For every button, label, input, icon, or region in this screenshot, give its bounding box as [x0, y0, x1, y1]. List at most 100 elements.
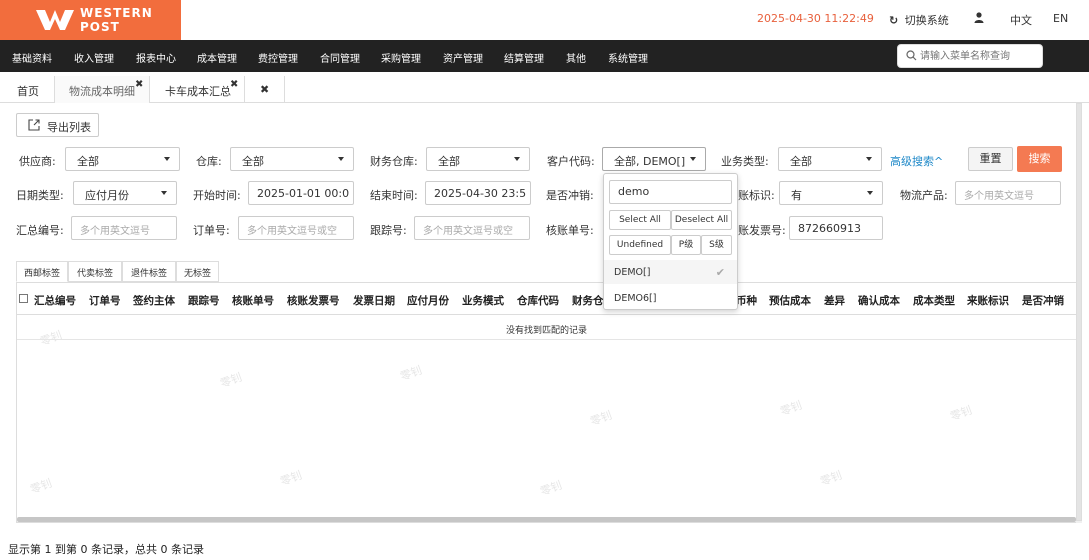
nav-item-basic-data[interactable]: 基础资料: [12, 50, 52, 65]
close-icon[interactable]: ✖: [230, 79, 238, 90]
subtab-proxy-label[interactable]: 代卖标签: [68, 261, 122, 282]
warehouse-value: 全部: [242, 155, 264, 168]
col-order-no[interactable]: 订单号: [89, 293, 121, 308]
nav-item-purchase[interactable]: 采购管理: [381, 50, 421, 65]
language-zh-button[interactable]: 中文: [1010, 12, 1032, 28]
search-button[interactable]: 搜索: [1017, 146, 1062, 172]
subtab-return-label[interactable]: 退件标签: [122, 261, 176, 282]
verify-no-label: 核账单号:: [546, 224, 594, 237]
chevron-down-icon: [161, 191, 167, 195]
pagination-info: 显示第 1 到第 0 条记录，总共 0 条记录: [8, 543, 204, 556]
menu-search-input[interactable]: [920, 48, 1038, 64]
table-row-divider: [17, 339, 1076, 340]
nav-item-income[interactable]: 收入管理: [74, 50, 114, 65]
col-cost-type[interactable]: 成本类型: [913, 293, 955, 308]
order-no-label: 订单号:: [193, 224, 230, 237]
col-business-mode[interactable]: 业务模式: [462, 293, 504, 308]
tab-truck-cost-summary-label: 卡车成本汇总: [165, 85, 231, 98]
col-invoice-date[interactable]: 发票日期: [353, 293, 395, 308]
logistics-product-input[interactable]: 多个用英文逗号: [955, 181, 1061, 205]
customer-code-value: 全部, DEMO[]: [614, 155, 686, 168]
date-type-value: 应付月份: [85, 189, 129, 202]
language-en-button[interactable]: EN: [1053, 12, 1068, 25]
close-all-tabs-button[interactable]: ✖: [245, 76, 285, 103]
summary-no-input[interactable]: 多个用英文逗号: [71, 216, 177, 240]
tab-truck-cost-summary[interactable]: 卡车成本汇总 ✖: [150, 76, 245, 103]
nav-item-assets[interactable]: 资产管理: [443, 50, 483, 65]
col-bill-flag[interactable]: 来账标识: [967, 293, 1009, 308]
col-warehouse-code[interactable]: 仓库代码: [517, 293, 559, 308]
reset-button[interactable]: 重置: [968, 147, 1013, 171]
export-list-button[interactable]: 导出列表: [16, 113, 99, 137]
col-confirmed-cost[interactable]: 确认成本: [858, 293, 900, 308]
supplier-select[interactable]: 全部: [65, 147, 180, 171]
chevron-down-icon: [338, 157, 344, 161]
select-all-checkbox[interactable]: [19, 294, 28, 303]
warehouse-label: 仓库:: [196, 155, 222, 168]
switch-system-label: 切换系统: [904, 14, 949, 27]
dropdown-option[interactable]: DEMO[] ✔: [604, 260, 737, 284]
supplier-value: 全部: [77, 155, 99, 168]
tracking-no-label: 跟踪号:: [370, 224, 407, 237]
logo-mark-icon: [36, 10, 74, 30]
tracking-no-input[interactable]: 多个用英文逗号或空: [414, 216, 530, 240]
group-s-button[interactable]: S级: [701, 235, 732, 255]
group-p-button[interactable]: P级: [671, 235, 701, 255]
close-icon[interactable]: ✖: [135, 79, 143, 90]
bill-flag-select[interactable]: 有: [779, 181, 883, 205]
advanced-search-toggle[interactable]: 高级搜索^: [890, 153, 943, 169]
col-estimated-cost[interactable]: 预估成本: [769, 293, 811, 308]
col-difference[interactable]: 差异: [824, 293, 845, 308]
col-payable-month[interactable]: 应付月份: [407, 293, 449, 308]
invoice-no-input[interactable]: 872660913: [789, 216, 883, 240]
chevron-down-icon: [164, 157, 170, 161]
select-all-button[interactable]: Select All: [609, 210, 671, 230]
dropdown-option[interactable]: DEMO6[]: [604, 286, 737, 310]
menu-search-box[interactable]: [897, 44, 1043, 68]
nav-item-system[interactable]: 系统管理: [608, 50, 648, 65]
col-is-offset[interactable]: 是否冲销: [1022, 293, 1076, 308]
end-time-input[interactable]: 2025-04-30 23:5: [425, 181, 531, 205]
subtab-no-label[interactable]: 无标签: [176, 261, 219, 282]
scrollbar-thumb[interactable]: [1076, 103, 1082, 521]
dropdown-search-input[interactable]: demo: [609, 180, 732, 204]
col-currency[interactable]: 币种: [736, 293, 757, 308]
col-finance-warehouse[interactable]: 财务仓: [572, 293, 604, 308]
nav-item-contract[interactable]: 合同管理: [320, 50, 360, 65]
chevron-down-icon: [514, 157, 520, 161]
current-datetime: 2025-04-30 11:22:49: [757, 12, 874, 25]
nav-item-other[interactable]: 其他: [566, 50, 586, 65]
nav-item-settlement[interactable]: 结算管理: [504, 50, 544, 65]
switch-system-button[interactable]: ↻ 切换系统: [889, 12, 949, 28]
tab-logistics-cost-detail-label: 物流成本明细: [69, 85, 135, 98]
chevron-down-icon: [866, 157, 872, 161]
col-verify-invoice-no[interactable]: 核账发票号: [287, 293, 340, 308]
col-verify-no[interactable]: 核账单号: [232, 293, 274, 308]
refresh-icon: ↻: [889, 14, 899, 27]
order-no-input[interactable]: 多个用英文逗号或空: [238, 216, 354, 240]
nav-item-cost[interactable]: 成本管理: [197, 50, 237, 65]
subtab-xiyou-label[interactable]: 西邮标签: [16, 261, 68, 282]
col-tracking-no[interactable]: 跟踪号: [188, 293, 220, 308]
finance-warehouse-select[interactable]: 全部: [426, 147, 530, 171]
group-undefined-button[interactable]: Undefined: [609, 235, 671, 255]
business-type-select[interactable]: 全部: [778, 147, 882, 171]
warehouse-select[interactable]: 全部: [230, 147, 354, 171]
tab-home[interactable]: 首页: [0, 76, 55, 103]
close-icon: ✖: [260, 83, 270, 96]
col-summary-no[interactable]: 汇总编号: [34, 293, 76, 308]
nav-item-reports[interactable]: 报表中心: [136, 50, 176, 65]
start-time-input[interactable]: 2025-01-01 00:0: [248, 181, 354, 205]
customer-code-select[interactable]: 全部, DEMO[]: [602, 147, 706, 171]
tab-logistics-cost-detail[interactable]: 物流成本明细 ✖: [55, 76, 150, 103]
vertical-scrollbar[interactable]: [1076, 103, 1082, 523]
chevron-down-icon: [867, 191, 873, 195]
horizontal-scrollbar[interactable]: [17, 517, 1076, 522]
date-type-select[interactable]: 应付月份: [73, 181, 177, 205]
finance-warehouse-label: 财务仓库:: [370, 155, 418, 168]
deselect-all-button[interactable]: Deselect All: [671, 210, 732, 230]
user-icon[interactable]: [974, 12, 984, 23]
col-contract-entity[interactable]: 签约主体: [133, 293, 175, 308]
brand-logo[interactable]: WESTERN POST: [0, 0, 181, 40]
nav-item-expense[interactable]: 费控管理: [258, 50, 298, 65]
